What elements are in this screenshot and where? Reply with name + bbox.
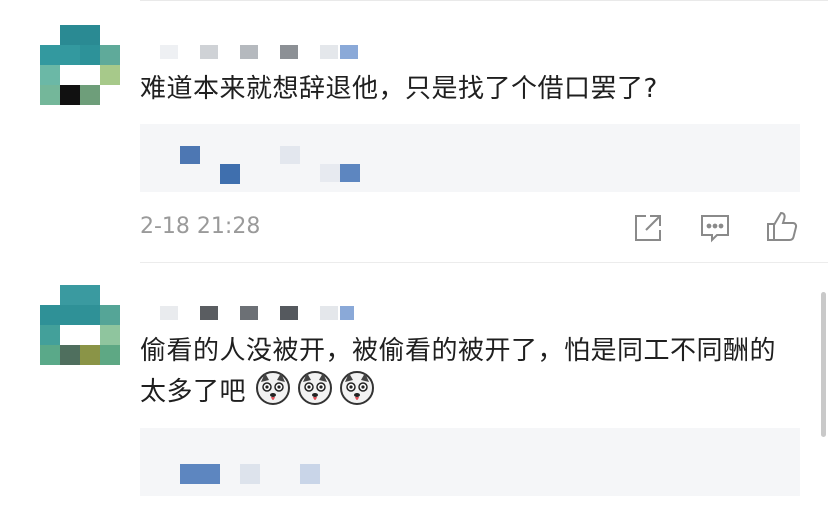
top-divider: [140, 0, 828, 1]
comment-text: 难道本来就想辞退他，只是找了个借口罢了?: [140, 74, 658, 104]
timestamp: 2-18 21:28: [140, 214, 261, 239]
avatar[interactable]: [40, 285, 120, 365]
comment-body: 偷看的人没被开，被偷看的被开了，怕是同工不同酬的太多了吧: [140, 336, 777, 407]
reply-preview[interactable]: [140, 124, 800, 192]
avatar[interactable]: [40, 25, 120, 105]
share-icon[interactable]: [630, 210, 666, 246]
scrollbar[interactable]: [821, 292, 826, 437]
username-mosaic[interactable]: [160, 306, 360, 320]
comment-divider: [140, 262, 828, 263]
husky-emoji: [255, 370, 291, 417]
comment-icon[interactable]: [697, 210, 733, 246]
username-mosaic[interactable]: [160, 45, 360, 59]
husky-emoji: [339, 370, 375, 417]
husky-emoji: [297, 370, 333, 417]
comment-text: 偷看的人没被开，被偷看的被开了，怕是同工不同酬的太多了吧: [140, 332, 800, 417]
like-icon[interactable]: [764, 208, 800, 244]
reply-preview[interactable]: [140, 428, 800, 496]
